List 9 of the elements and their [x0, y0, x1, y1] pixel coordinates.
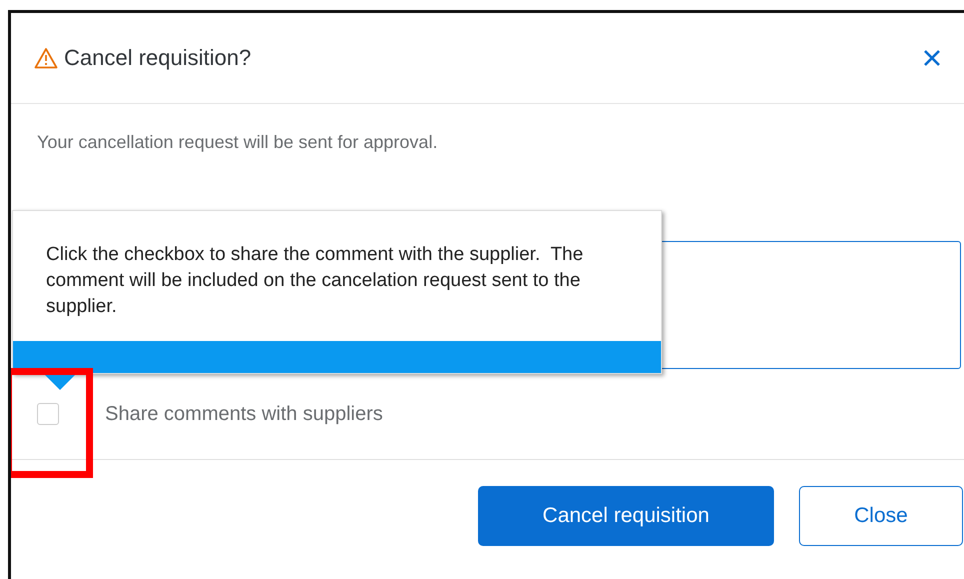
- checkbox-label[interactable]: Share comments with suppliers: [105, 402, 383, 426]
- close-button[interactable]: Close: [799, 486, 963, 546]
- tooltip-text: Click the checkbox to share the comment with the supplier. The comment will be included on the cancelation request sent to the supplier.: [46, 243, 584, 319]
- confirm-button[interactable]: Cancel requisition: [478, 486, 774, 546]
- close-icon[interactable]: [922, 48, 942, 68]
- warning-icon: [34, 47, 58, 69]
- dialog-title: Cancel requisition?: [64, 45, 252, 71]
- checkbox[interactable]: [37, 403, 59, 425]
- dialog-message: Your cancellation request will be sent for approval.: [37, 132, 439, 153]
